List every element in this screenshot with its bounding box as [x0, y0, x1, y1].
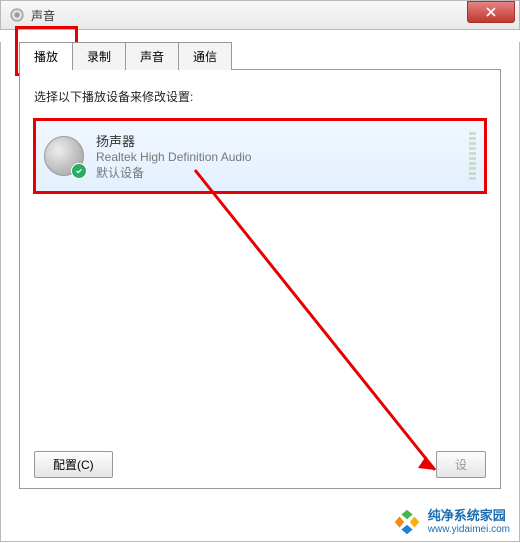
- watermark-title: 纯净系统家园: [428, 509, 510, 523]
- button-label: 配置(C): [53, 458, 94, 472]
- close-button[interactable]: [467, 1, 515, 23]
- device-status: 默认设备: [96, 164, 461, 181]
- level-meter: [469, 132, 476, 180]
- tab-label: 播放: [34, 50, 58, 64]
- tab-content: 选择以下播放设备来修改设置: 扬声器 Realtek High Definiti…: [19, 69, 501, 489]
- tab-row: 播放 录制 声音 通信: [19, 42, 519, 70]
- button-label: 设: [455, 458, 467, 472]
- watermark-text: 纯净系统家园 www.yidaimei.com: [428, 509, 510, 534]
- titlebar: 声音: [0, 0, 520, 30]
- tab-sounds[interactable]: 声音: [125, 42, 179, 70]
- configure-button[interactable]: 配置(C): [34, 451, 113, 478]
- window-title: 声音: [31, 7, 55, 24]
- device-list: 扬声器 Realtek High Definition Audio 默认设备: [34, 119, 486, 193]
- dialog-body: 播放 录制 声音 通信 选择以下播放设备来修改设置: 扬声器 Realtek H…: [0, 42, 520, 542]
- set-button-partial[interactable]: 设: [436, 451, 486, 478]
- sound-icon: [9, 7, 25, 23]
- watermark-url: www.yidaimei.com: [428, 524, 510, 535]
- tab-recording[interactable]: 录制: [72, 42, 126, 70]
- device-sub: Realtek High Definition Audio: [96, 150, 461, 164]
- tab-label: 通信: [193, 50, 217, 64]
- button-row: 配置(C) 设: [34, 451, 486, 478]
- watermark-logo-icon: [392, 507, 422, 537]
- tab-label: 录制: [87, 50, 111, 64]
- speaker-icon: [44, 136, 84, 176]
- instruction-text: 选择以下播放设备来修改设置:: [34, 88, 486, 105]
- device-item-speakers[interactable]: 扬声器 Realtek High Definition Audio 默认设备: [35, 120, 485, 192]
- default-check-icon: [71, 163, 87, 179]
- device-name: 扬声器: [96, 131, 461, 150]
- tab-playback[interactable]: 播放: [19, 42, 73, 70]
- watermark: 纯净系统家园 www.yidaimei.com: [388, 505, 514, 539]
- device-text: 扬声器 Realtek High Definition Audio 默认设备: [96, 131, 461, 181]
- tab-comm[interactable]: 通信: [178, 42, 232, 70]
- tab-label: 声音: [140, 50, 164, 64]
